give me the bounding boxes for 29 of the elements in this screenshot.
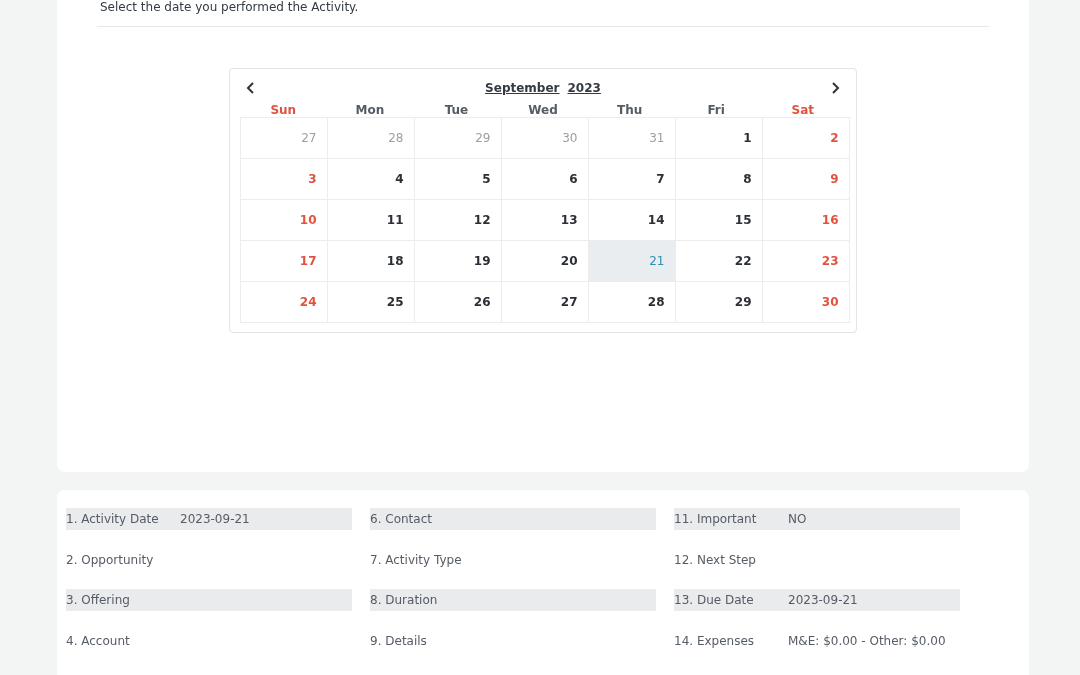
field-label: 6. Contact	[370, 511, 433, 528]
field-label: 8. Duration	[370, 592, 439, 609]
weekday-label: Wed	[527, 102, 559, 117]
weekday-label: Fri	[706, 102, 726, 117]
field-label: 7. Activity Type	[370, 551, 463, 569]
field-value: 2023-09-21	[788, 592, 858, 609]
field-value: 2023-09-21	[180, 511, 250, 528]
day-cell[interactable]: 24	[239, 280, 328, 323]
field-label: 4. Account	[66, 632, 131, 650]
day-cell[interactable]: 2	[761, 116, 850, 159]
field-label: 14. Expenses	[674, 632, 756, 650]
field-label: 11. Important	[674, 511, 758, 528]
year-link[interactable]: 2023	[567, 79, 601, 97]
instruction-text: Select the date you performed the Activity.	[99, 0, 360, 14]
weekday-label: Mon	[354, 102, 386, 117]
field-label: 1. Activity Date	[66, 511, 160, 528]
weekday-label: Sat	[790, 102, 815, 117]
field-label: 2. Opportunity	[66, 551, 155, 569]
weekday-label: Tue	[443, 102, 470, 117]
field-label: 9. Details	[370, 632, 428, 650]
field-value: NO	[788, 511, 807, 528]
field-value: M&E: $0.00 - Other: $0.00	[788, 632, 946, 650]
month-link[interactable]: September	[485, 79, 560, 97]
field-label: 3. Offering	[66, 592, 131, 609]
weekday-label: Sun	[269, 102, 298, 117]
field-label: 12. Next Step	[674, 551, 757, 569]
day-cell[interactable]: 30	[761, 280, 850, 323]
weekday-label: Thu	[615, 102, 644, 117]
field-label: 13. Due Date	[674, 592, 755, 609]
